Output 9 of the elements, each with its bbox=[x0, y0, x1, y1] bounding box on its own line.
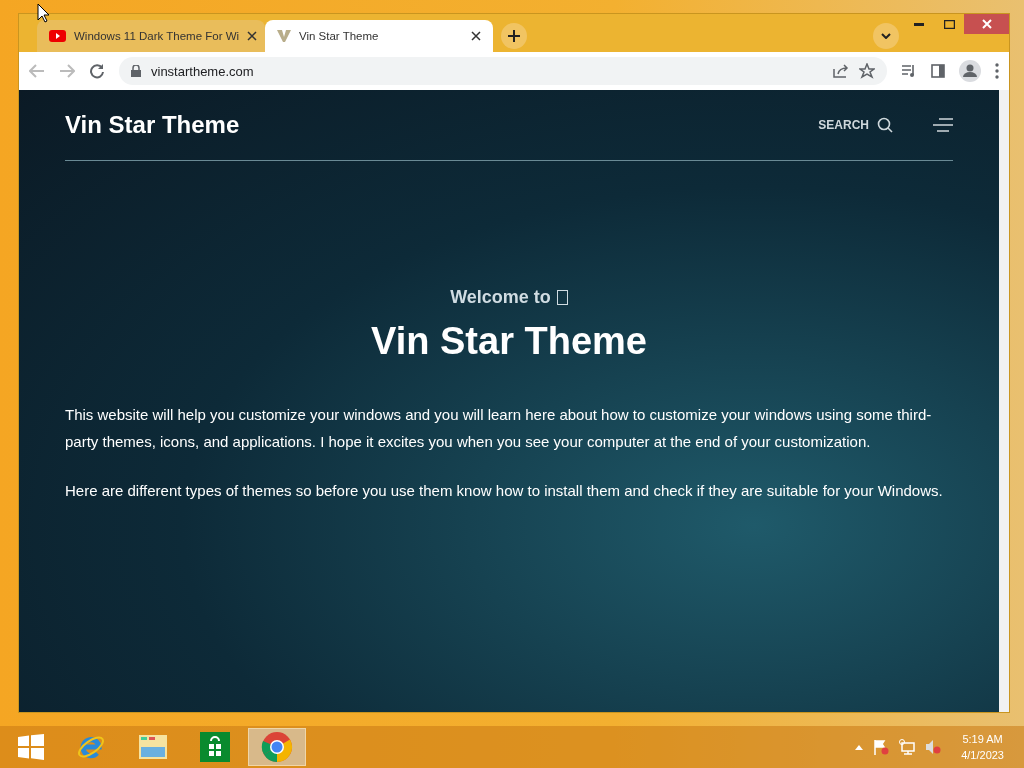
intro-paragraph: Here are different types of themes so before you use them know how to install them and check if they are suitable for your Windows. bbox=[65, 481, 944, 501]
site-logo-text[interactable]: Vin Star Theme bbox=[65, 111, 819, 139]
intro-paragraph: This website will help you customize your windows and you will learn here about how to customize your windows using some third-party themes, icons, and applications. I hope it excites you when you see your computer at the end of your customization. bbox=[65, 405, 933, 452]
welcome-text: Welcome to bbox=[450, 287, 551, 308]
search-link[interactable]: SEARCH bbox=[818, 117, 893, 133]
address-bar[interactable]: vinstartheme.com bbox=[119, 57, 887, 85]
hero-title: Vin Star Theme bbox=[370, 320, 648, 363]
browser-tab[interactable]: Windows 11 Dark Theme For Wi bbox=[37, 20, 265, 52]
browser-tab[interactable]: Vin Star Theme bbox=[265, 20, 493, 52]
